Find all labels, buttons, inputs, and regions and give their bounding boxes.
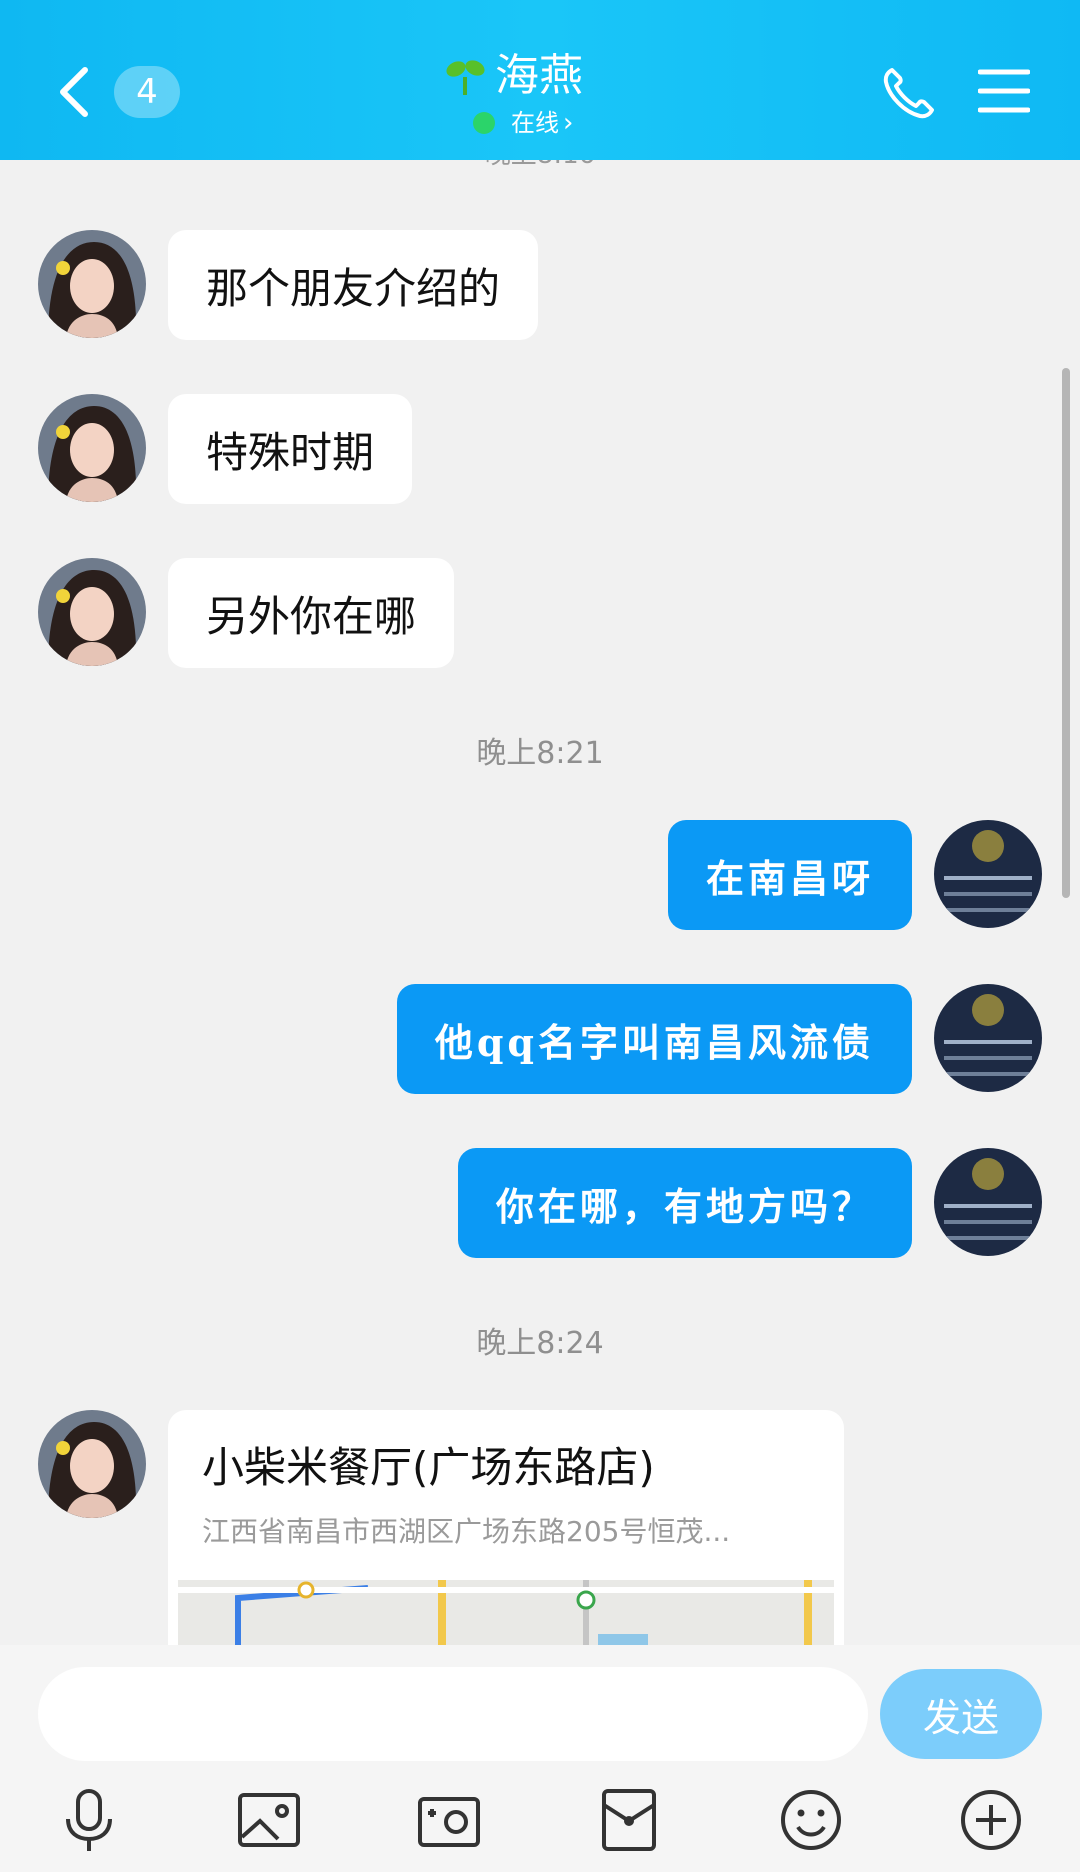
message-list[interactable]: 晚上8:16 那个朋友介绍的 特殊时期 另外你在哪 晚上8:21 在南昌呀 他q… [0,160,1080,1645]
unread-count-badge[interactable]: 4 [114,66,180,118]
back-icon[interactable] [55,62,95,122]
scrollbar[interactable] [1062,368,1070,898]
status-chevron: › [563,108,574,138]
contact-avatar[interactable] [38,394,146,502]
timestamp: 晚上8:24 [476,1326,604,1361]
contact-name-text: 海燕 [495,50,583,101]
location-address: 江西省南昌市西湖区广场东路205号恒茂... [202,1515,731,1548]
emoji-icon[interactable] [776,1785,846,1855]
incoming-message[interactable]: 那个朋友介绍的 [168,230,539,340]
contact-name[interactable]: 海燕 [445,46,583,106]
location-card[interactable]: 小柴米餐厅(广场东路店) 江西省南昌市西湖区广场东路205号恒茂... [168,1410,844,1645]
sprout-icon [446,60,485,95]
camera-icon[interactable] [414,1785,484,1855]
send-button[interactable]: 发送 [880,1669,1042,1759]
message-input[interactable] [38,1667,868,1761]
my-avatar[interactable] [934,820,1042,928]
contact-avatar[interactable] [38,230,146,338]
online-status[interactable]: 在线 › [473,106,573,140]
menu-icon[interactable] [978,68,1030,114]
input-bar: 发送 [0,1645,1080,1872]
incoming-message[interactable]: 特殊时期 [168,394,413,504]
location-title: 小柴米餐厅(广场东路店) [202,1443,655,1492]
contact-avatar[interactable] [38,1410,146,1518]
my-avatar[interactable] [934,984,1042,1092]
image-icon[interactable] [234,1785,304,1855]
plus-icon[interactable] [956,1785,1026,1855]
red-packet-icon[interactable] [594,1785,664,1855]
contact-avatar[interactable] [38,558,146,666]
outgoing-message[interactable]: 在南昌呀 [667,820,912,930]
my-avatar[interactable] [934,1148,1042,1256]
microphone-icon[interactable] [54,1785,124,1855]
timestamp: 晚上8:21 [476,736,604,771]
chat-header: 4 海燕 在线 › [0,0,1080,160]
incoming-message[interactable]: 另外你在哪 [168,558,455,668]
status-text: 在线 [511,109,559,137]
online-dot [473,112,495,134]
outgoing-message[interactable]: 他qq名字叫南昌风流债 [396,984,912,1094]
timestamp-partial: 晚上8:16 [0,160,1080,171]
outgoing-message[interactable]: 你在哪，有地方吗？ [457,1148,912,1258]
phone-icon[interactable] [880,64,938,122]
map-preview [178,1580,834,1645]
